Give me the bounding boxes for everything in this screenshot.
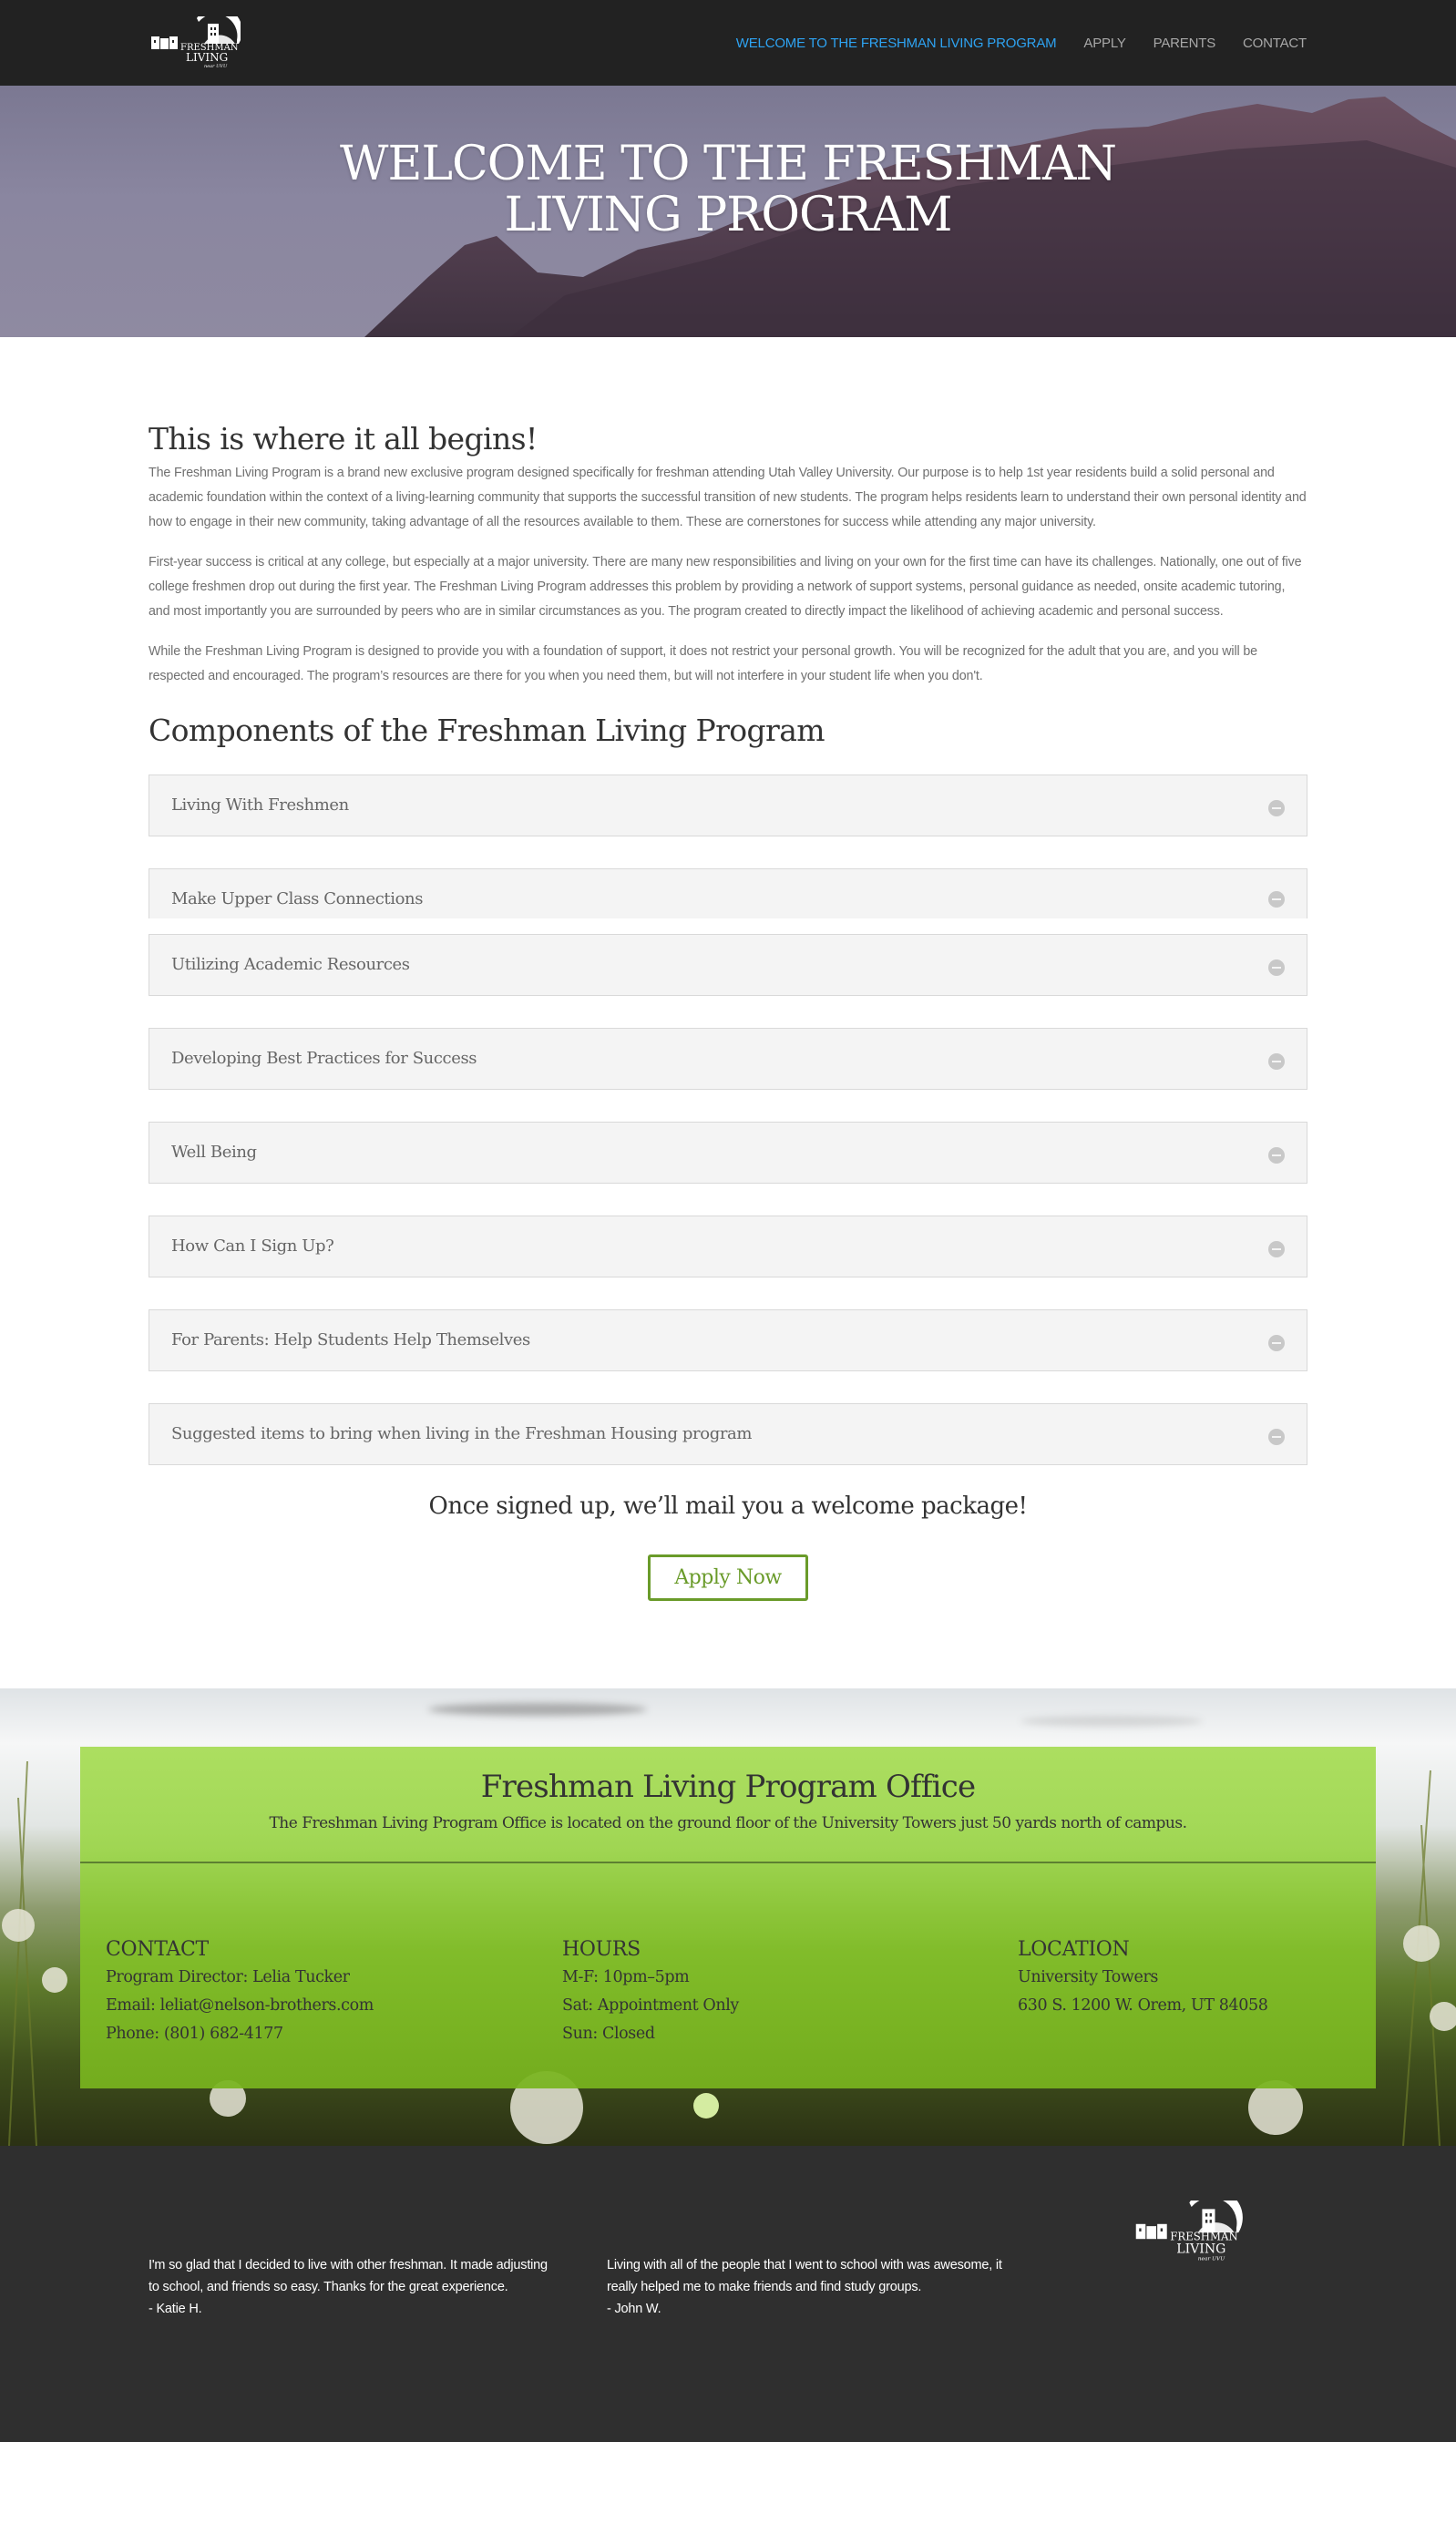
circle-minus-icon[interactable] — [1268, 1241, 1285, 1257]
accordion-item-title: For Parents: Help Students Help Themselv… — [171, 1330, 530, 1349]
circle-minus-icon[interactable] — [1268, 1147, 1285, 1164]
main-nav: WELCOME TO THE FRESHMAN LIVING PROGRAM A… — [736, 0, 1307, 86]
welcome-package-note: Once signed up, we’ll mail you a welcome… — [428, 1493, 1028, 1520]
accordion-item-well-being[interactable]: Well Being — [149, 1122, 1307, 1184]
intro-paragraph-3: While the Freshman Living Program is des… — [149, 644, 1257, 683]
accordion-item-title: Developing Best Practices for Success — [171, 1049, 477, 1068]
nav-apply[interactable]: APPLY — [1083, 36, 1125, 51]
office-description: The Freshman Living Program Office is lo… — [269, 1814, 1187, 1832]
accordion-item-title: How Can I Sign Up? — [171, 1236, 334, 1256]
testimonial-author: - John W. — [607, 2302, 661, 2316]
nav-welcome[interactable]: WELCOME TO THE FRESHMAN LIVING PROGRAM — [736, 36, 1057, 51]
main-content: This is where it all begins! The Freshma… — [149, 337, 1307, 1688]
circle-minus-icon[interactable] — [1268, 800, 1285, 816]
intro-title: This is where it all begins! — [149, 421, 538, 457]
intro-paragraph-2: First-year success is critical at any co… — [149, 555, 1302, 619]
hours-heading: HOURS — [562, 1938, 641, 1961]
office-section: Freshman Living Program Office The Fresh… — [0, 1688, 1456, 2146]
accordion-item-for-parents[interactable]: For Parents: Help Students Help Themselv… — [149, 1309, 1307, 1371]
accordion-item-title: Living With Freshmen — [171, 795, 349, 815]
components-title: Components of the Freshman Living Progra… — [149, 713, 825, 748]
accordion-item-title: Utilizing Academic Resources — [171, 955, 410, 974]
testimonial: I'm so glad that I decided to live with … — [149, 2254, 559, 2320]
location-heading: LOCATION — [1018, 1938, 1130, 1961]
accordion-item-best-practices[interactable]: Developing Best Practices for Success — [149, 1028, 1307, 1090]
testimonial: Living with all of the people that I wen… — [607, 2254, 1008, 2320]
intro-paragraph-1: The Freshman Living Program is a brand n… — [149, 466, 1307, 529]
accordion-item-sign-up[interactable]: How Can I Sign Up? — [149, 1216, 1307, 1277]
program-director: Program Director: Lelia Tucker — [106, 1968, 350, 1986]
nav-contact[interactable]: CONTACT — [1243, 36, 1307, 51]
testimonial-quote: I'm so glad that I decided to live with … — [149, 2258, 548, 2294]
accordion-item-suggested-items[interactable]: Suggested items to bring when living in … — [149, 1403, 1307, 1465]
circle-minus-icon[interactable] — [1268, 1335, 1285, 1351]
svg-text:FRESHMAN: FRESHMAN — [1170, 2230, 1237, 2242]
accordion-item-title: Make Upper Class Connections — [171, 889, 424, 908]
site-footer: I'm so glad that I decided to live with … — [0, 2146, 1456, 2442]
footer-logo: FRESHMAN LIVING near UVU — [1135, 2201, 1243, 2262]
svg-text:near UVU: near UVU — [204, 64, 228, 69]
freshman-living-logo[interactable]: FRESHMAN LIVING near UVU — [149, 16, 241, 69]
accordion-item-living-with-freshmen[interactable]: Living With Freshmen — [149, 775, 1307, 836]
accordion-item-academic-resources[interactable]: Utilizing Academic Resources — [149, 934, 1307, 996]
circle-minus-icon[interactable] — [1268, 959, 1285, 976]
accordion-item-title: Well Being — [171, 1143, 257, 1162]
accordion-item-upper-class-connections[interactable]: Make Upper Class Connections — [149, 868, 1307, 918]
components-accordion: Living With Freshmen Make Upper Class Co… — [149, 775, 1307, 1465]
contact-column: CONTACT Program Director: Lelia Tucker E… — [106, 1936, 374, 2048]
svg-text:LIVING: LIVING — [1176, 2242, 1225, 2256]
svg-text:near UVU: near UVU — [1198, 2257, 1226, 2262]
circle-minus-icon[interactable] — [1268, 1053, 1285, 1070]
location-name: University Towers — [1018, 1968, 1159, 1986]
contact-email[interactable]: Email: leliat@nelson-brothers.com — [106, 1992, 374, 2020]
testimonial-quote: Living with all of the people that I wen… — [607, 2258, 1002, 2294]
office-title: Freshman Living Program Office — [480, 1769, 976, 1805]
apply-wrapper: Apply Now — [149, 1554, 1307, 1688]
circle-minus-icon[interactable] — [1268, 1429, 1285, 1445]
hours-column: HOURS M-F: 10pm–5pm Sat: Appointment Onl… — [562, 1936, 739, 2048]
hours-sunday: Sun: Closed — [562, 2025, 655, 2043]
nav-parents[interactable]: PARENTS — [1154, 36, 1216, 51]
contact-heading: CONTACT — [106, 1938, 209, 1961]
apply-now-button[interactable]: Apply Now — [648, 1554, 808, 1601]
circle-minus-icon[interactable] — [1268, 891, 1285, 908]
svg-text:LIVING: LIVING — [186, 51, 228, 64]
office-info-box: Freshman Living Program Office The Fresh… — [80, 1747, 1376, 2088]
accordion-item-title: Suggested items to bring when living in … — [171, 1424, 753, 1443]
site-header: FRESHMAN LIVING near UVU WELCOME TO THE … — [0, 0, 1456, 86]
hours-weekday: M-F: 10pm–5pm — [562, 1968, 690, 1986]
divider — [80, 1862, 1376, 1863]
testimonial-author: - Katie H. — [149, 2302, 202, 2316]
hero-title: WELCOME TO THE FRESHMAN LIVING PROGRAM — [340, 137, 1117, 242]
hours-saturday: Sat: Appointment Only — [562, 1996, 739, 2015]
location-address: 630 S. 1200 W. Orem, UT 84058 — [1018, 1996, 1268, 2015]
location-column: LOCATION University Towers 630 S. 1200 W… — [1018, 1936, 1268, 2020]
contact-phone[interactable]: Phone: (801) 682-4177 — [106, 2020, 374, 2048]
hero-banner: WELCOME TO THE FRESHMAN LIVING PROGRAM — [0, 86, 1456, 337]
